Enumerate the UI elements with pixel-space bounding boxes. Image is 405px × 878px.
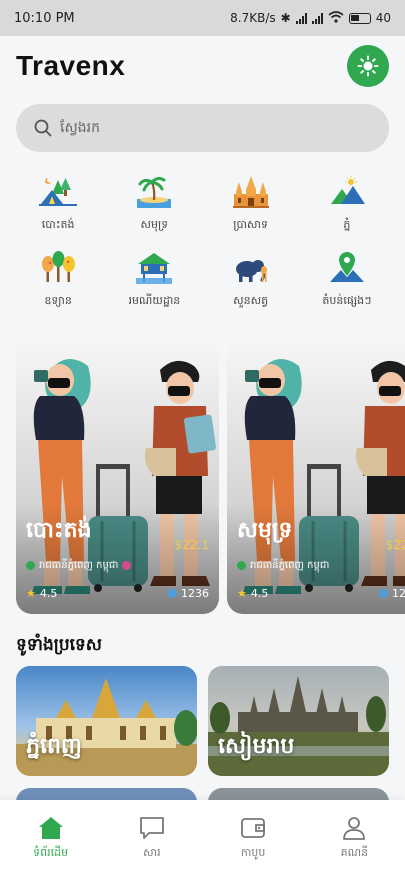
card-price: $22.1 [385,538,405,552]
nav-home[interactable]: ទំព័រដើម [11,816,91,862]
category-temple[interactable]: ប្រាសាទ [203,172,299,234]
theme-toggle-button[interactable] [347,45,389,87]
views-value: 1236 [181,587,209,600]
chat-icon [139,817,164,839]
flag-icon [122,561,132,570]
location-pin-icon [26,561,35,570]
province-name: សៀមរាប [218,734,295,759]
nav-wallet[interactable]: កាបូប [213,816,293,862]
camping-tent-icon [39,178,78,206]
card-location-text: រាជធានីភ្នំពេញ កម្ពុជា [39,560,119,571]
search-icon [34,119,52,137]
views-value: 1236 [392,587,405,600]
category-label: តំបន់ផ្សេងៗ [322,294,372,307]
card-location: រាជធានីភ្នំពេញ កម្ពុជា [26,558,132,573]
wifi-icon [328,10,344,26]
card-views: 1236 [168,587,209,600]
wallet-icon [241,818,266,838]
battery-level: 40 [375,11,391,25]
category-label: សមុទ្រ [140,218,169,231]
status-indicators: 8.7KB/s ✱ 40 [230,10,391,26]
category-resort[interactable]: រមណីយដ្ឋាន [106,248,202,310]
rating-value: 4.5 [250,587,269,600]
bottom-nav: ទំព័រដើម សារ កាបូប គណនី [0,800,405,878]
status-bar: 10:10 PM 8.7KB/s ✱ 40 [0,0,405,36]
card-title: សមុទ្រ [237,518,293,543]
card-title: បោះតង់ [26,518,92,543]
category-zoo[interactable]: សួនសត្វ [203,248,299,310]
province-card[interactable]: សៀមរាប [208,666,389,776]
location-pin-icon [237,561,246,570]
network-speed: 8.7KB/s [230,11,276,25]
nav-label: កាបូប [240,846,266,859]
eye-icon [168,589,177,598]
card-rating: ★ 4.5 [26,587,57,600]
status-time: 10:10 PM [14,10,75,26]
signal-icon [295,12,307,24]
category-label: សួនសត្វ [233,294,269,307]
bluetooth-icon: ✱ [280,11,291,25]
category-label: បោះតង់ [41,218,75,231]
category-camping[interactable]: បោះតង់ [10,172,106,234]
card-views: 1236 [379,587,405,600]
category-label: ភ្នំ [343,218,351,231]
card-price: $22.1 [174,538,209,552]
user-icon [343,817,366,840]
beach-palm-icon [137,176,172,208]
category-label: ឧទ្យាន [44,294,72,307]
category-beach[interactable]: សមុទ្រ [106,172,202,234]
rating-value: 4.5 [39,587,58,600]
home-icon [38,817,63,839]
category-mountain[interactable]: ភ្នំ [299,172,395,234]
province-grid: ភ្នំពេញ សៀមរាប [16,666,389,806]
nav-label: ទំព័រដើម [33,846,69,859]
park-trees-icon [42,251,76,282]
star-icon: ★ [237,587,247,600]
star-icon: ★ [26,587,36,600]
section-title: ទូទាំងប្រទេស [16,635,102,655]
category-label: រមណីយដ្ឋាន [128,294,181,307]
nav-label: សារ [143,846,161,859]
app-title: Travenx [16,50,126,81]
signal-icon-2 [311,12,323,24]
featured-carousel[interactable]: បោះតង់ $22.1 រាជធានីភ្នំពេញ កម្ពុជា ★ 4.… [16,336,405,614]
category-park[interactable]: ឧទ្យាន [10,248,106,310]
category-grid: បោះតង់ សមុទ្រ ប្រាសាទ ភ្នំ ឧទ្យាន រមណីយដ… [10,172,395,310]
nav-messages[interactable]: សារ [112,816,192,862]
temple-icon [232,176,269,208]
search-bar[interactable]: ស្វែងរក [16,104,389,152]
nav-label: គណនី [340,846,369,859]
nav-account[interactable]: គណនី [314,816,394,862]
search-input[interactable]: ស្វែងរក [60,118,100,139]
header: Travenx [16,44,389,88]
category-label: ប្រាសាទ [233,218,268,231]
resort-hut-icon [136,253,173,284]
featured-card[interactable]: បោះតង់ $22.1 រាជធានីភ្នំពេញ កម្ពុជា ★ 4.… [16,336,219,614]
battery-icon [348,12,371,24]
featured-card[interactable]: សមុទ្រ $22.1 រាជធានីភ្នំពេញ កម្ពុជា ★ 4.… [227,336,405,614]
card-location: រាជធានីភ្នំពេញ កម្ពុជា [237,558,329,573]
province-name: ភ្នំពេញ [26,734,82,759]
sun-icon [357,55,379,77]
map-pin-icon [329,252,364,282]
card-rating: ★ 4.5 [237,587,268,600]
mountain-icon [330,176,365,204]
card-location-text: រាជធានីភ្នំពេញ កម្ពុជា [250,560,330,571]
province-card[interactable]: ភ្នំពេញ [16,666,197,776]
eye-icon [379,589,388,598]
category-other[interactable]: តំបន់ផ្សេងៗ [299,248,395,310]
zoo-elephant-icon [235,260,267,282]
